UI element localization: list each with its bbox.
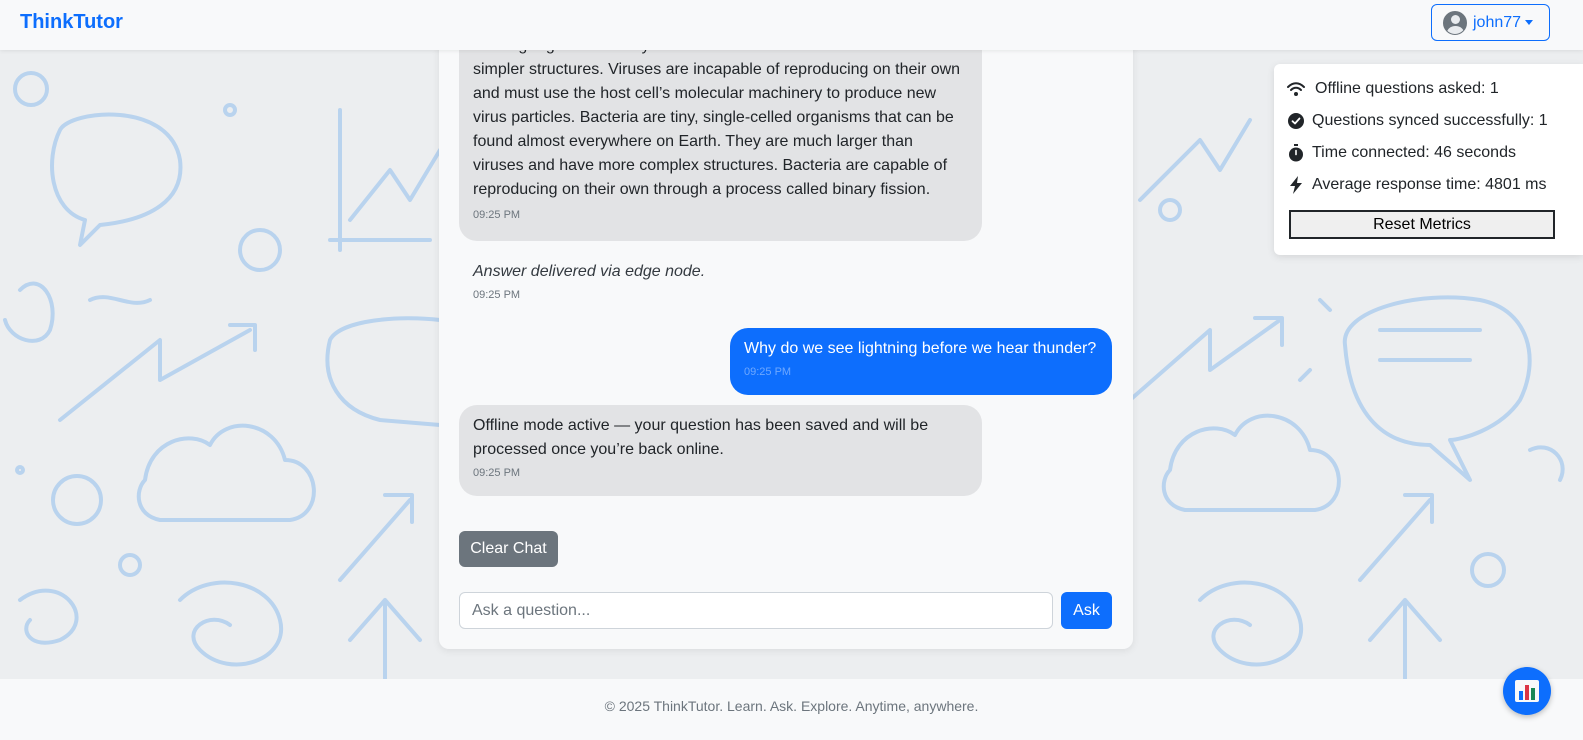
stats-fab-button[interactable] [1503, 667, 1551, 715]
bot-message: of living organisms. They are much small… [459, 30, 982, 241]
question-input[interactable] [459, 592, 1053, 629]
metric-offline-asked: Offline questions asked: 1 [1286, 79, 1499, 99]
metric-synced: Questions synced successfully: 1 [1286, 111, 1548, 131]
message-text: Why do we see lightning before we hear t… [744, 340, 1097, 357]
metric-text: Questions synced successfully: 1 [1312, 112, 1548, 129]
message-time: 09:25 PM [473, 289, 521, 301]
clear-chat-button[interactable]: Clear Chat [459, 531, 558, 567]
user-menu-button[interactable]: john77 [1431, 4, 1550, 41]
message-time: 09:25 PM [473, 209, 521, 221]
chevron-down-icon [1525, 20, 1534, 25]
bar-chart-icon [1515, 680, 1539, 702]
footer: © 2025 ThinkTutor. Learn. Ask. Explore. … [0, 679, 1583, 740]
brand-logo[interactable]: ThinkTutor [20, 11, 123, 34]
metric-avg-response: Average response time: 4801 ms [1286, 175, 1547, 195]
chat-panel: of living organisms. They are much small… [439, 0, 1133, 649]
metric-text: Time connected: 46 seconds [1312, 144, 1516, 161]
username-label: john77 [1473, 13, 1522, 31]
ask-button[interactable]: Ask [1061, 592, 1112, 629]
footer-text: © 2025 ThinkTutor. Learn. Ask. Explore. … [604, 698, 979, 714]
metric-time-connected: Time connected: 46 seconds [1286, 143, 1516, 163]
metric-text: Average response time: 4801 ms [1312, 176, 1547, 193]
bot-message: Offline mode active — your question has … [459, 405, 982, 496]
lightning-icon [1286, 175, 1306, 195]
message-time: 09:25 PM [473, 467, 521, 479]
system-message: Answer delivered via edge node. 09:25 PM [459, 248, 859, 314]
navbar: ThinkTutor john77 [0, 0, 1583, 50]
message-text: of living organisms. They are much small… [473, 37, 961, 198]
check-circle-icon [1286, 111, 1306, 131]
stopwatch-icon [1286, 143, 1306, 163]
user-message: Why do we see lightning before we hear t… [730, 328, 1112, 395]
reset-metrics-button[interactable]: Reset Metrics [1289, 210, 1555, 239]
message-time: 09:25 PM [744, 366, 792, 378]
message-text: Answer delivered via edge node. [473, 263, 706, 280]
wifi-icon [1286, 79, 1306, 99]
message-text: Offline mode active — your question has … [473, 417, 929, 458]
metric-text: Offline questions asked: 1 [1315, 80, 1499, 97]
avatar-icon [1443, 10, 1467, 35]
metrics-panel: Offline questions asked: 1 Questions syn… [1274, 64, 1583, 255]
